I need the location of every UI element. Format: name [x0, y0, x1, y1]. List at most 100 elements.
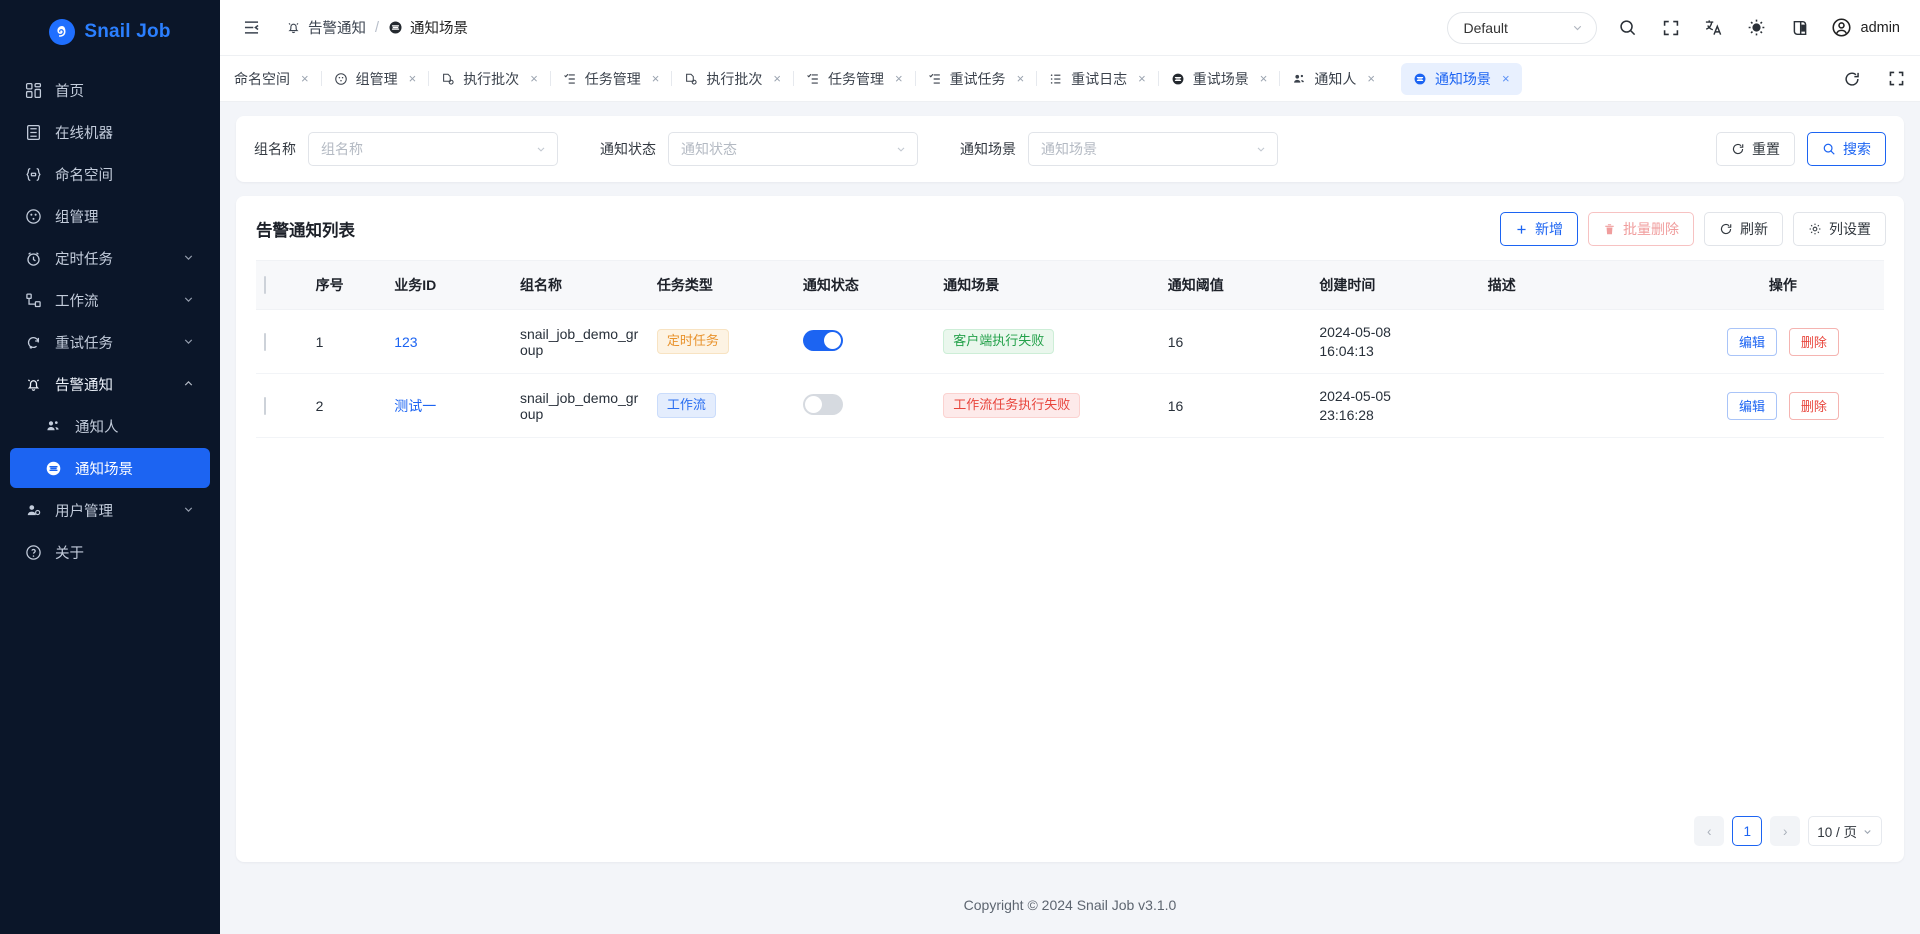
batch-delete-button-label: 批量删除: [1623, 221, 1679, 237]
group-icon: [24, 207, 42, 225]
reset-button[interactable]: 重置: [1716, 132, 1795, 166]
close-icon[interactable]: ×: [1502, 71, 1510, 86]
refresh-button[interactable]: 刷新: [1704, 212, 1783, 246]
sidebar-item-retry-task[interactable]: 重试任务: [10, 322, 210, 362]
tab-retry-task[interactable]: 重试任务 ×: [916, 63, 1037, 95]
close-icon[interactable]: ×: [1260, 71, 1268, 86]
search-icon[interactable]: [1616, 16, 1640, 40]
users-icon: [1292, 72, 1306, 86]
edit-button[interactable]: 编辑: [1726, 391, 1777, 420]
chevron-up-icon: [182, 377, 196, 391]
sidebar-item-alarm-notify[interactable]: 告警通知: [10, 364, 210, 404]
notify-status-toggle[interactable]: [802, 393, 843, 415]
tab-namespace[interactable]: 命名空间 ×: [226, 63, 321, 95]
tab-task-manage-2[interactable]: 任务管理 ×: [794, 63, 915, 95]
sidebar-item-namespace[interactable]: 命名空间: [10, 154, 210, 194]
reset-button-label: 重置: [1752, 141, 1780, 157]
tab-group-manage[interactable]: 组管理 ×: [322, 63, 429, 95]
select-all-header: [256, 260, 308, 310]
tab-retry-log[interactable]: 重试日志 ×: [1037, 63, 1158, 95]
page-size-select[interactable]: 10 / 页: [1808, 816, 1882, 846]
page-size-value: 10 / 页: [1817, 825, 1857, 840]
add-button[interactable]: 新增: [1500, 212, 1578, 246]
theme-sun-icon[interactable]: [1745, 16, 1769, 40]
close-icon[interactable]: ×: [652, 71, 660, 86]
reload-icon[interactable]: [1840, 67, 1864, 91]
sidebar-item-label: 命名空间: [55, 167, 113, 184]
notify-status-toggle[interactable]: [802, 329, 843, 351]
row-business-id: 测试一: [386, 373, 512, 438]
delete-button[interactable]: 删除: [1788, 391, 1839, 420]
delete-button[interactable]: 删除: [1788, 327, 1839, 356]
row-checkbox[interactable]: [264, 332, 266, 351]
batch-delete-button[interactable]: 批量删除: [1588, 212, 1694, 246]
tab-execute-batch-2[interactable]: 执行批次 ×: [672, 63, 793, 95]
sidebar-item-notify-scene[interactable]: 通知场景: [10, 448, 210, 488]
sidebar-item-label: 工作流: [55, 293, 99, 310]
sidebar-item-group-manage[interactable]: 组管理: [10, 196, 210, 236]
task-icon: [928, 72, 942, 86]
row-threshold: 16: [1159, 309, 1312, 374]
business-id-link[interactable]: 123: [394, 334, 417, 350]
close-icon[interactable]: ×: [1017, 71, 1025, 86]
sidebar-item-label: 定时任务: [55, 251, 113, 268]
list-action-buttons: 新增 批量删除 刷新 列设置: [1500, 212, 1886, 246]
sidebar-item-workflow[interactable]: 工作流: [10, 280, 210, 320]
business-id-link[interactable]: 测试一: [394, 398, 436, 414]
sidebar-item-notify-person[interactable]: 通知人: [10, 406, 210, 446]
next-page-button[interactable]: ›: [1770, 816, 1801, 846]
created-date: 2024-05-08: [1319, 324, 1391, 340]
close-icon[interactable]: ×: [409, 71, 417, 86]
table-row: 2 测试一 snail_job_demo_group 工作流 工作流任务执行失败…: [256, 373, 1884, 438]
sidebar-item-user-manage[interactable]: 用户管理: [10, 490, 210, 530]
sidebar-item-scheduled-task[interactable]: 定时任务: [10, 238, 210, 278]
search-button[interactable]: 搜索: [1807, 132, 1886, 166]
sidebar-item-about[interactable]: 关于: [10, 532, 210, 572]
layout-icon[interactable]: [1788, 16, 1812, 40]
close-icon[interactable]: ×: [895, 71, 903, 86]
translate-icon[interactable]: [1702, 16, 1726, 40]
notify-status-select[interactable]: 通知状态: [668, 132, 918, 166]
fullscreen-icon[interactable]: [1884, 67, 1908, 91]
prev-page-button[interactable]: ‹: [1694, 816, 1725, 846]
bell-icon: [24, 375, 42, 393]
refresh-icon: [1719, 222, 1733, 236]
select-all-checkbox[interactable]: [264, 276, 266, 294]
close-icon[interactable]: ×: [301, 71, 309, 86]
user-circle-icon: [1831, 17, 1852, 38]
page-number-1[interactable]: 1: [1732, 816, 1763, 846]
group-name-select[interactable]: 组名称: [308, 132, 558, 166]
theme-select[interactable]: Default: [1446, 11, 1597, 44]
breadcrumb-parent[interactable]: 告警通知: [286, 17, 366, 38]
tab-task-manage-1[interactable]: 任务管理 ×: [551, 63, 672, 95]
edit-button[interactable]: 编辑: [1726, 327, 1777, 356]
close-icon[interactable]: ×: [1367, 71, 1375, 86]
brand[interactable]: Snail Job: [0, 4, 220, 60]
chevron-down-icon: [1571, 21, 1584, 34]
chevron-down-icon: [895, 143, 907, 155]
fullscreen-icon[interactable]: [1659, 16, 1683, 40]
search-icon: [1822, 142, 1836, 156]
close-icon[interactable]: ×: [773, 71, 781, 86]
row-description: [1479, 309, 1682, 374]
tab-actions: [1826, 67, 1908, 91]
tab-execute-batch-1[interactable]: 执行批次 ×: [429, 63, 550, 95]
column-settings-button[interactable]: 列设置: [1793, 212, 1886, 246]
sidebar-item-online-machines[interactable]: 在线机器: [10, 112, 210, 152]
tab-notify-scene[interactable]: 通知场景 ×: [1400, 62, 1522, 95]
created-clock: 23:16:28: [1319, 407, 1374, 423]
user-menu[interactable]: admin: [1831, 17, 1900, 38]
close-icon[interactable]: ×: [530, 71, 538, 86]
group-icon: [334, 72, 348, 86]
col-business-id: 业务ID: [386, 260, 512, 310]
notify-scene-select[interactable]: 通知场景: [1028, 132, 1278, 166]
row-checkbox[interactable]: [264, 396, 266, 415]
clock-task-icon: [24, 249, 42, 267]
close-icon[interactable]: ×: [1138, 71, 1146, 86]
content-area: 组名称 组名称 通知状态 通知状态 通知场景 通知场景 重置 搜索 告警通知列表…: [220, 102, 1920, 934]
collapse-sidebar-icon[interactable]: [238, 15, 264, 41]
sidebar-item-home[interactable]: 首页: [10, 70, 210, 110]
tab-notify-person[interactable]: 通知人 ×: [1280, 63, 1387, 95]
alarm-notify-table: 序号 业务ID 组名称 任务类型 通知状态 通知场景 通知阈值 创建时间 描述 …: [256, 260, 1884, 438]
tab-retry-scene[interactable]: 重试场景 ×: [1159, 63, 1280, 95]
